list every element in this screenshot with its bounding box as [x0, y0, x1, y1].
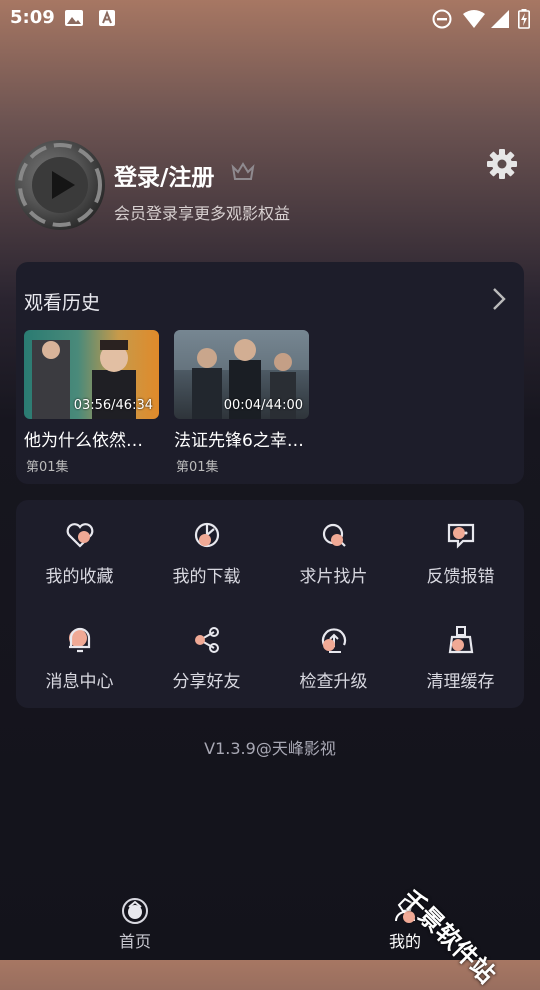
login-register-link[interactable]: 登录/注册 — [114, 158, 214, 192]
video-thumbnail[interactable]: 03:56/46:34 — [24, 330, 159, 419]
history-heading: 观看历史 — [24, 292, 101, 314]
video-title: 法证先锋6之幸… — [174, 431, 304, 451]
download-icon — [194, 522, 219, 548]
request-icon — [322, 523, 346, 547]
menu-item-favorites[interactable]: 我的收藏 — [16, 500, 143, 600]
film-reel-icon — [18, 143, 102, 227]
video-thumbnail[interactable]: 00:04/44:00 — [174, 330, 309, 419]
status-time: 5:09 — [10, 7, 55, 28]
login-subtitle: 会员登录享更多观影权益 — [114, 204, 291, 223]
menu-item-feedback[interactable]: 反馈报错 — [397, 500, 524, 600]
crown-icon — [231, 162, 255, 180]
menu-item-request[interactable]: 求片找片 — [270, 500, 397, 600]
menu-label: 检查升级 — [299, 672, 368, 692]
video-duration: 00:04/44:00 — [223, 398, 303, 413]
menu-label: 我的收藏 — [45, 567, 114, 587]
upgrade-icon — [321, 628, 346, 653]
video-title: 他为什么依然… — [24, 431, 143, 451]
chevron-right-icon[interactable] — [492, 287, 506, 311]
menu-item-share[interactable]: 分享好友 — [143, 605, 270, 705]
battery-icon — [518, 9, 530, 29]
menu-label: 求片找片 — [299, 567, 368, 587]
menu-item-downloads[interactable]: 我的下载 — [143, 500, 270, 600]
tab-home-label: 首页 — [118, 932, 151, 951]
wifi-icon — [463, 10, 485, 28]
video-episode: 第01集 — [176, 460, 219, 475]
bell-icon — [68, 627, 90, 653]
menu-label: 清理缓存 — [426, 672, 495, 692]
image-icon — [65, 10, 83, 26]
menu-label: 我的下载 — [172, 567, 241, 587]
dnd-icon — [432, 9, 452, 29]
favorites-icon — [66, 523, 93, 548]
avatar[interactable] — [15, 140, 105, 230]
clean-icon — [448, 626, 473, 654]
status-bar: 5:09 — [0, 0, 540, 36]
share-icon — [194, 627, 219, 653]
menu-label: 消息中心 — [45, 672, 114, 692]
watch-history-card: 观看历史 03:56/46:34 他为什么依然… 第01集 00:04/44:0… — [16, 262, 524, 484]
profile-header: 登录/注册 会员登录享更多观影权益 — [0, 130, 540, 240]
menu-item-messages[interactable]: 消息中心 — [16, 605, 143, 705]
tab-home[interactable]: 首页 — [75, 895, 195, 951]
video-duration: 03:56/46:34 — [73, 398, 153, 413]
menu-label: 分享好友 — [172, 672, 241, 692]
font-icon — [99, 10, 115, 26]
home-icon — [122, 898, 148, 924]
settings-gear-icon[interactable] — [486, 148, 518, 180]
feature-menu-card: 我的收藏 我的下载 求片找片 反馈报错 消息中心 分享好友 检查升级 清理缓存 — [16, 500, 524, 708]
signal-icon — [491, 10, 509, 28]
menu-item-clear-cache[interactable]: 清理缓存 — [397, 605, 524, 705]
video-episode: 第01集 — [26, 460, 69, 475]
app-version: V1.3.9@天峰影视 — [204, 739, 336, 758]
feedback-icon — [447, 523, 474, 549]
menu-item-upgrade[interactable]: 检查升级 — [270, 605, 397, 705]
menu-label: 反馈报错 — [426, 567, 495, 587]
